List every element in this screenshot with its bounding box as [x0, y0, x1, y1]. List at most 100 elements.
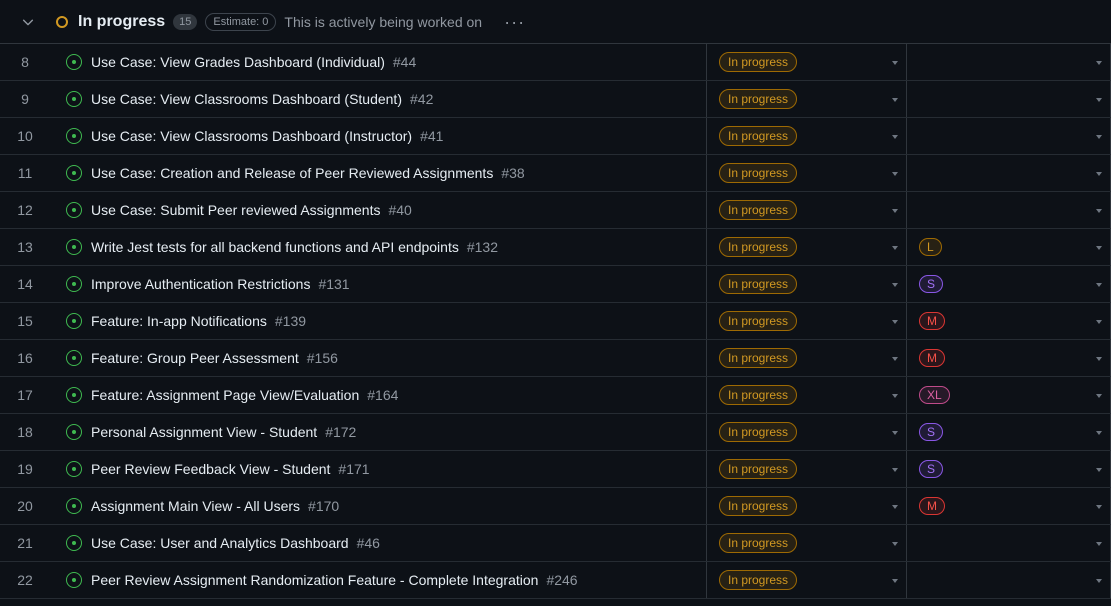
status-field[interactable]: In progress — [707, 155, 907, 191]
size-field[interactable] — [907, 562, 1111, 598]
status-field[interactable]: In progress — [707, 44, 907, 80]
issue-title-link[interactable]: Use Case: Creation and Release of Peer R… — [91, 165, 493, 181]
dropdown-caret-icon[interactable] — [1096, 394, 1102, 398]
status-field[interactable]: In progress — [707, 192, 907, 228]
table-row[interactable]: 11 Use Case: Creation and Release of Pee… — [0, 155, 1111, 192]
dropdown-caret-icon[interactable] — [892, 505, 898, 509]
size-field[interactable]: XL — [907, 377, 1111, 413]
status-field[interactable]: In progress — [707, 525, 907, 561]
dropdown-caret-icon[interactable] — [892, 246, 898, 250]
status-field[interactable]: In progress — [707, 488, 907, 524]
dropdown-caret-icon[interactable] — [892, 579, 898, 583]
row-number: 20 — [17, 498, 33, 514]
table-row[interactable]: 17 Feature: Assignment Page View/Evaluat… — [0, 377, 1111, 414]
status-field[interactable]: In progress — [707, 414, 907, 450]
table-row[interactable]: 9 Use Case: View Classrooms Dashboard (S… — [0, 81, 1111, 118]
collapse-group-button[interactable] — [0, 0, 56, 44]
size-field[interactable] — [907, 81, 1111, 117]
dropdown-caret-icon[interactable] — [1096, 209, 1102, 213]
dropdown-caret-icon[interactable] — [1096, 172, 1102, 176]
dropdown-caret-icon[interactable] — [892, 283, 898, 287]
status-field[interactable]: In progress — [707, 377, 907, 413]
table-row[interactable]: 15 Feature: In-app Notifications #139 In… — [0, 303, 1111, 340]
status-pill: In progress — [719, 274, 798, 294]
table-row[interactable]: 16 Feature: Group Peer Assessment #156 I… — [0, 340, 1111, 377]
size-field[interactable]: L — [907, 229, 1111, 265]
status-field[interactable]: In progress — [707, 229, 907, 265]
table-row[interactable]: 13 Write Jest tests for all backend func… — [0, 229, 1111, 266]
size-pill: S — [919, 423, 944, 441]
status-field[interactable]: In progress — [707, 340, 907, 376]
table-row[interactable]: 22 Peer Review Assignment Randomization … — [0, 562, 1111, 599]
dropdown-caret-icon[interactable] — [892, 172, 898, 176]
table-row[interactable]: 8 Use Case: View Grades Dashboard (Indiv… — [0, 44, 1111, 81]
issue-title-link[interactable]: Peer Review Feedback View - Student — [91, 461, 330, 477]
status-pill: In progress — [719, 237, 798, 257]
dropdown-caret-icon[interactable] — [1096, 246, 1102, 250]
group-description: This is actively being worked on — [284, 13, 483, 30]
dropdown-caret-icon[interactable] — [892, 468, 898, 472]
dropdown-caret-icon[interactable] — [892, 431, 898, 435]
dropdown-caret-icon[interactable] — [892, 209, 898, 213]
issue-title-link[interactable]: Use Case: User and Analytics Dashboard — [91, 535, 349, 551]
dropdown-caret-icon[interactable] — [1096, 283, 1102, 287]
size-pill: XL — [919, 386, 950, 404]
dropdown-caret-icon[interactable] — [1096, 468, 1102, 472]
kebab-menu-icon[interactable]: ··· — [504, 13, 525, 31]
table-row[interactable]: 20 Assignment Main View - All Users #170… — [0, 488, 1111, 525]
table-row[interactable]: 18 Personal Assignment View - Student #1… — [0, 414, 1111, 451]
issue-title-link[interactable]: Personal Assignment View - Student — [91, 424, 317, 440]
size-field[interactable] — [907, 192, 1111, 228]
issue-title-link[interactable]: Use Case: View Grades Dashboard (Individ… — [91, 54, 385, 70]
size-field[interactable]: M — [907, 340, 1111, 376]
dropdown-caret-icon[interactable] — [1096, 505, 1102, 509]
size-field[interactable] — [907, 525, 1111, 561]
dropdown-caret-icon[interactable] — [892, 135, 898, 139]
issue-title-link[interactable]: Use Case: Submit Peer reviewed Assignmen… — [91, 202, 380, 218]
table-row[interactable]: 14 Improve Authentication Restrictions #… — [0, 266, 1111, 303]
status-field[interactable]: In progress — [707, 266, 907, 302]
table-row[interactable]: 21 Use Case: User and Analytics Dashboar… — [0, 525, 1111, 562]
table-row[interactable]: 12 Use Case: Submit Peer reviewed Assign… — [0, 192, 1111, 229]
issue-title-link[interactable]: Write Jest tests for all backend functio… — [91, 239, 459, 255]
table-row[interactable]: 19 Peer Review Feedback View - Student #… — [0, 451, 1111, 488]
status-field[interactable]: In progress — [707, 118, 907, 154]
issue-title-link[interactable]: Improve Authentication Restrictions — [91, 276, 310, 292]
dropdown-caret-icon[interactable] — [892, 61, 898, 65]
size-field[interactable]: S — [907, 414, 1111, 450]
dropdown-caret-icon[interactable] — [1096, 579, 1102, 583]
row-number: 17 — [17, 387, 33, 403]
dropdown-caret-icon[interactable] — [892, 357, 898, 361]
size-field[interactable] — [907, 155, 1111, 191]
issue-title-link[interactable]: Peer Review Assignment Randomization Fea… — [91, 572, 538, 588]
table-row[interactable]: 10 Use Case: View Classrooms Dashboard (… — [0, 118, 1111, 155]
status-pill: In progress — [719, 496, 798, 516]
issue-title-link[interactable]: Feature: In-app Notifications — [91, 313, 267, 329]
status-field[interactable]: In progress — [707, 81, 907, 117]
dropdown-caret-icon[interactable] — [892, 98, 898, 102]
issue-title-link[interactable]: Assignment Main View - All Users — [91, 498, 300, 514]
issue-title-link[interactable]: Feature: Assignment Page View/Evaluation — [91, 387, 359, 403]
dropdown-caret-icon[interactable] — [1096, 61, 1102, 65]
status-field[interactable]: In progress — [707, 451, 907, 487]
dropdown-caret-icon[interactable] — [1096, 357, 1102, 361]
dropdown-caret-icon[interactable] — [1096, 320, 1102, 324]
issue-title-link[interactable]: Use Case: View Classrooms Dashboard (Stu… — [91, 91, 402, 107]
size-field[interactable]: S — [907, 266, 1111, 302]
issue-title-link[interactable]: Use Case: View Classrooms Dashboard (Ins… — [91, 128, 412, 144]
dropdown-caret-icon[interactable] — [892, 394, 898, 398]
status-field[interactable]: In progress — [707, 303, 907, 339]
status-field[interactable]: In progress — [707, 562, 907, 598]
dropdown-caret-icon[interactable] — [1096, 135, 1102, 139]
dropdown-caret-icon[interactable] — [1096, 542, 1102, 546]
size-field[interactable]: M — [907, 488, 1111, 524]
dropdown-caret-icon[interactable] — [1096, 431, 1102, 435]
dropdown-caret-icon[interactable] — [1096, 98, 1102, 102]
size-field[interactable] — [907, 118, 1111, 154]
size-field[interactable]: M — [907, 303, 1111, 339]
size-field[interactable]: S — [907, 451, 1111, 487]
size-field[interactable] — [907, 44, 1111, 80]
issue-title-link[interactable]: Feature: Group Peer Assessment — [91, 350, 299, 366]
dropdown-caret-icon[interactable] — [892, 320, 898, 324]
dropdown-caret-icon[interactable] — [892, 542, 898, 546]
